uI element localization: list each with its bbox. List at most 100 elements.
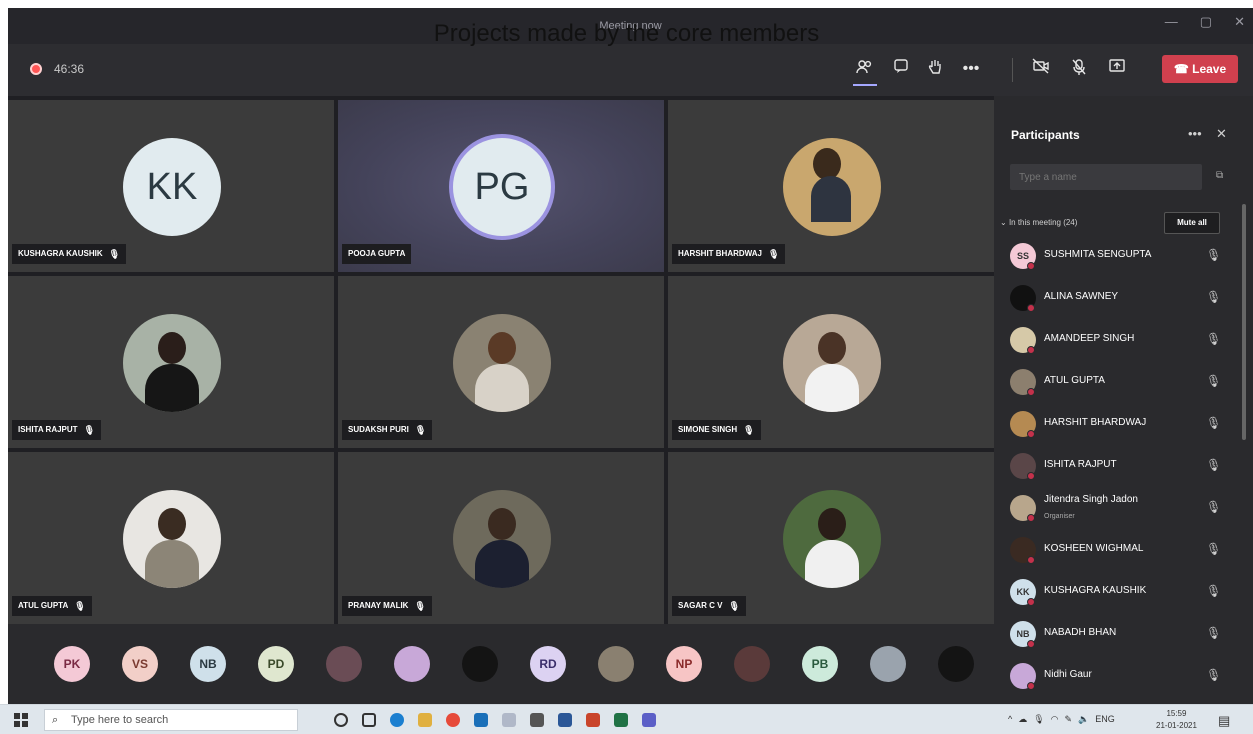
excel-icon[interactable]: [614, 713, 628, 727]
participant-row[interactable]: SS SUSHMITA SENGUPTA 🎙: [994, 236, 1244, 278]
participant-photo: [453, 490, 551, 588]
participant-name-tag: SAGAR C V 🎙: [672, 596, 746, 616]
windows-start-icon[interactable]: [14, 713, 28, 727]
toolbar-separator: [1012, 58, 1013, 82]
video-tile-active-speaker[interactable]: PG POOJA GUPTA: [338, 100, 664, 272]
share-screen-icon[interactable]: [1106, 58, 1128, 80]
mic-muted-icon: 🎙: [1206, 290, 1222, 304]
avatar[interactable]: VS: [122, 646, 158, 682]
avatar[interactable]: [598, 646, 634, 682]
participant-row[interactable]: HARSHIT BHARDWAJ 🎙: [994, 404, 1244, 446]
video-tile[interactable]: ATUL GUPTA 🎙: [8, 452, 334, 624]
video-tile[interactable]: HARSHIT BHARDWAJ 🎙: [668, 100, 994, 272]
participants-icon[interactable]: [854, 58, 876, 80]
video-tile[interactable]: SIMONE SINGH 🎙: [668, 276, 994, 448]
word-icon[interactable]: [558, 713, 572, 727]
participant-row[interactable]: AMANDEEP SINGH 🎙: [994, 320, 1244, 362]
powerpoint-icon[interactable]: [586, 713, 600, 727]
participant-name: ISHITA RAJPUT: [1044, 459, 1117, 470]
status-icon: [1027, 430, 1035, 438]
avatar[interactable]: [326, 646, 362, 682]
mic-muted-icon: 🎙: [1206, 584, 1222, 598]
cortana-icon[interactable]: [334, 713, 348, 727]
participant-photo: [123, 490, 221, 588]
chrome-icon[interactable]: [446, 713, 460, 727]
participant-row[interactable]: Jitendra Singh Jadon Organiser 🎙: [994, 488, 1244, 530]
mic-icon: 🎙: [108, 249, 121, 259]
participant-name: AMANDEEP SINGH: [1044, 333, 1135, 344]
meeting-toolbar: 46:36 ••• ☎ Leave: [8, 44, 1253, 96]
status-icon: [1027, 472, 1035, 480]
notifications-icon[interactable]: ▤: [1218, 713, 1230, 729]
participant-row[interactable]: KK KUSHAGRA KAUSHIK 🎙: [994, 572, 1244, 614]
avatar[interactable]: [938, 646, 974, 682]
search-icon: ⌕: [52, 714, 59, 726]
share-invite-icon[interactable]: ⧉: [1216, 170, 1223, 181]
more-options-icon[interactable]: •••: [1188, 126, 1202, 141]
teams-icon[interactable]: [642, 713, 656, 727]
avatar[interactable]: PD: [258, 646, 294, 682]
participant-name-tag: KUSHAGRA KAUSHIK 🎙: [12, 244, 127, 264]
app-icon[interactable]: [502, 713, 516, 727]
mute-all-button[interactable]: Mute all: [1164, 212, 1220, 234]
participant-row[interactable]: ALINA SAWNEY 🎙: [994, 278, 1244, 320]
mic-muted-icon: 🎙: [1206, 500, 1222, 514]
participant-name-tag: PRANAY MALIK 🎙: [342, 596, 432, 616]
overflow-participants-strip: PK VS NB PD RD NP PB: [8, 624, 994, 704]
volume-icon: 🔈: [1078, 714, 1090, 724]
avatar[interactable]: [394, 646, 430, 682]
participant-photo: [783, 138, 881, 236]
video-tile[interactable]: SUDAKSH PURI 🎙: [338, 276, 664, 448]
mail-icon[interactable]: [474, 713, 488, 727]
participant-search-input[interactable]: [1010, 164, 1202, 190]
video-tile[interactable]: ISHITA RAJPUT 🎙: [8, 276, 334, 448]
participant-name: Nidhi Gaur: [1044, 669, 1092, 680]
chevron-up-icon: ^: [1008, 714, 1013, 724]
phone-hangup-icon: ☎: [1173, 62, 1193, 76]
edge-icon[interactable]: [390, 713, 404, 727]
language-indicator: ENG: [1095, 714, 1115, 724]
avatar[interactable]: [734, 646, 770, 682]
more-actions-icon[interactable]: •••: [960, 58, 982, 80]
participant-row[interactable]: ATUL GUPTA 🎙: [994, 362, 1244, 404]
task-view-icon[interactable]: [362, 713, 376, 727]
meeting-section-header[interactable]: ⌄ In this meeting (24): [1000, 218, 1077, 227]
avatar[interactable]: NP: [666, 646, 702, 682]
panel-title: Participants: [1011, 128, 1080, 142]
clock[interactable]: 15:59 21-01-2021: [1156, 708, 1197, 732]
clock-time: 15:59: [1166, 709, 1187, 718]
participant-name: KOSHEEN WIGHMAL: [1044, 543, 1144, 554]
video-tile[interactable]: KK KUSHAGRA KAUSHIK 🎙: [8, 100, 334, 272]
chat-icon[interactable]: [890, 58, 912, 80]
participant-row[interactable]: Nidhi Gaur 🎙: [994, 656, 1244, 698]
participant-photo: [783, 314, 881, 412]
clock-date: 21-01-2021: [1156, 721, 1197, 730]
participant-row[interactable]: ISHITA RAJPUT 🎙: [994, 446, 1244, 488]
mic-muted-icon: 🎙: [1206, 626, 1222, 640]
recording-icon: [30, 63, 42, 75]
video-tile[interactable]: PRANAY MALIK 🎙: [338, 452, 664, 624]
participant-row[interactable]: NB NABADH BHAN 🎙: [994, 614, 1244, 656]
avatar[interactable]: [462, 646, 498, 682]
avatar: KK: [123, 138, 221, 236]
avatar[interactable]: PK: [54, 646, 90, 682]
participant-row[interactable]: KOSHEEN WIGHMAL 🎙: [994, 530, 1244, 572]
top-margin: [0, 0, 1253, 8]
raise-hand-icon[interactable]: [924, 58, 946, 80]
mic-off-icon[interactable]: [1068, 58, 1090, 80]
avatar[interactable]: PB: [802, 646, 838, 682]
avatar: PG: [453, 138, 551, 236]
system-tray[interactable]: ^ ☁ 🎙 ◠ ✎ 🔈 ENG: [1008, 714, 1115, 725]
close-panel-icon[interactable]: ✕: [1216, 126, 1227, 142]
taskbar-search-input[interactable]: Type here to search: [44, 709, 298, 731]
avatar[interactable]: RD: [530, 646, 566, 682]
camera-off-icon[interactable]: [1030, 58, 1052, 80]
participant-name-tag: POOJA GUPTA: [342, 244, 412, 264]
settings-icon[interactable]: [530, 713, 544, 727]
video-tile[interactable]: SAGAR C V 🎙: [668, 452, 994, 624]
avatar[interactable]: NB: [190, 646, 226, 682]
avatar[interactable]: [870, 646, 906, 682]
participant-name-tag: ATUL GUPTA 🎙: [12, 596, 92, 616]
file-explorer-icon[interactable]: [418, 713, 432, 727]
leave-button[interactable]: ☎ Leave: [1162, 55, 1238, 83]
